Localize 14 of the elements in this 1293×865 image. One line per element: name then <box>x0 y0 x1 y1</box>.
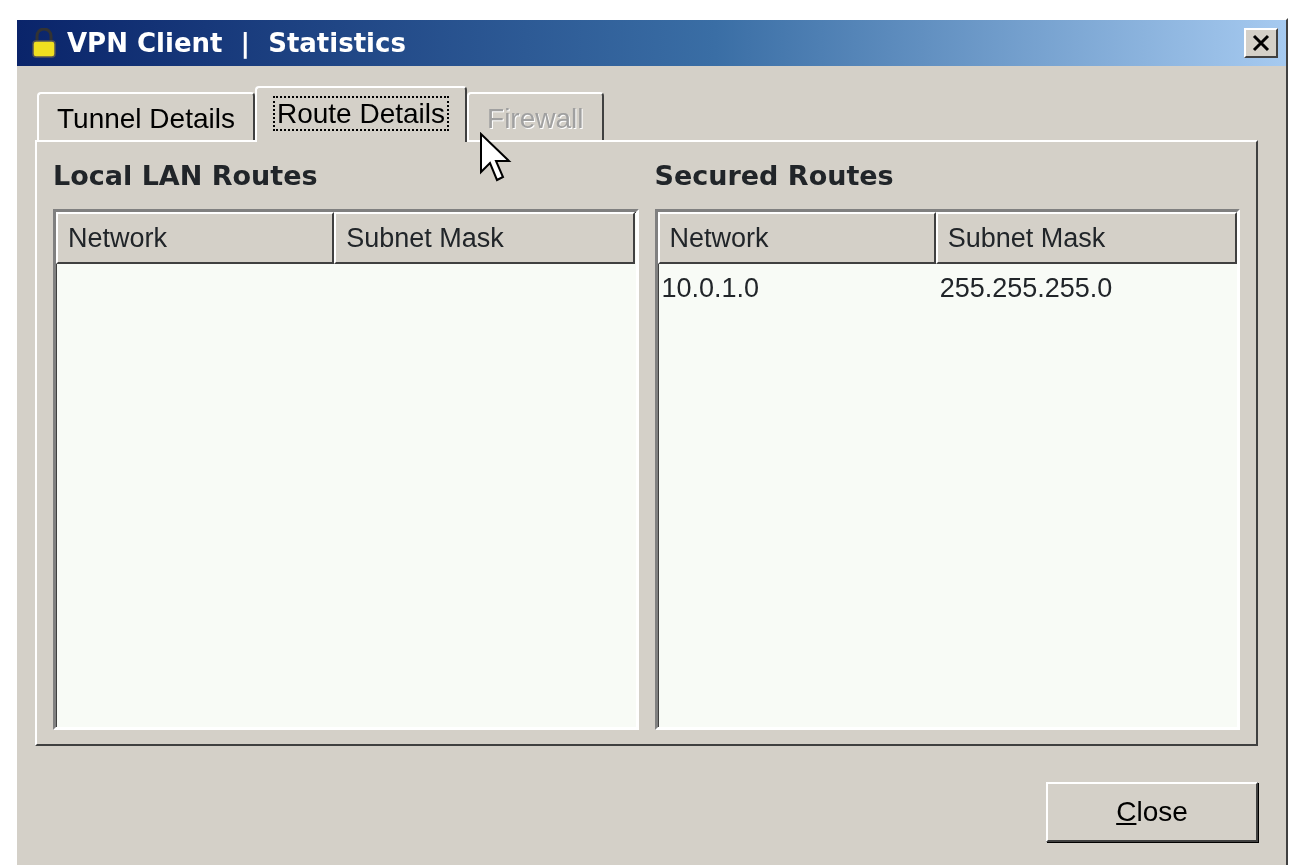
tab[interactable]: Tunnel Details <box>37 92 255 140</box>
padlock-icon <box>31 28 57 58</box>
table-cell-text: 10.0.1.0 <box>660 271 761 305</box>
section-title: Local LAN Routes <box>53 159 318 193</box>
close-icon[interactable] <box>1244 28 1278 58</box>
column-header[interactable]: Subnet Mask <box>334 211 636 264</box>
column-header[interactable]: Network <box>657 211 936 264</box>
close-button[interactable]: Close <box>1046 782 1258 842</box>
column-header[interactable]: Network <box>56 211 335 264</box>
table-cell-text: 255.255.255.0 <box>938 271 1114 305</box>
window-title: VPN Client | Statistics <box>67 26 406 61</box>
section-title: Secured Routes <box>654 159 894 193</box>
column-header[interactable]: Subnet Mask <box>935 211 1237 264</box>
tab[interactable]: Route Details <box>254 86 468 142</box>
